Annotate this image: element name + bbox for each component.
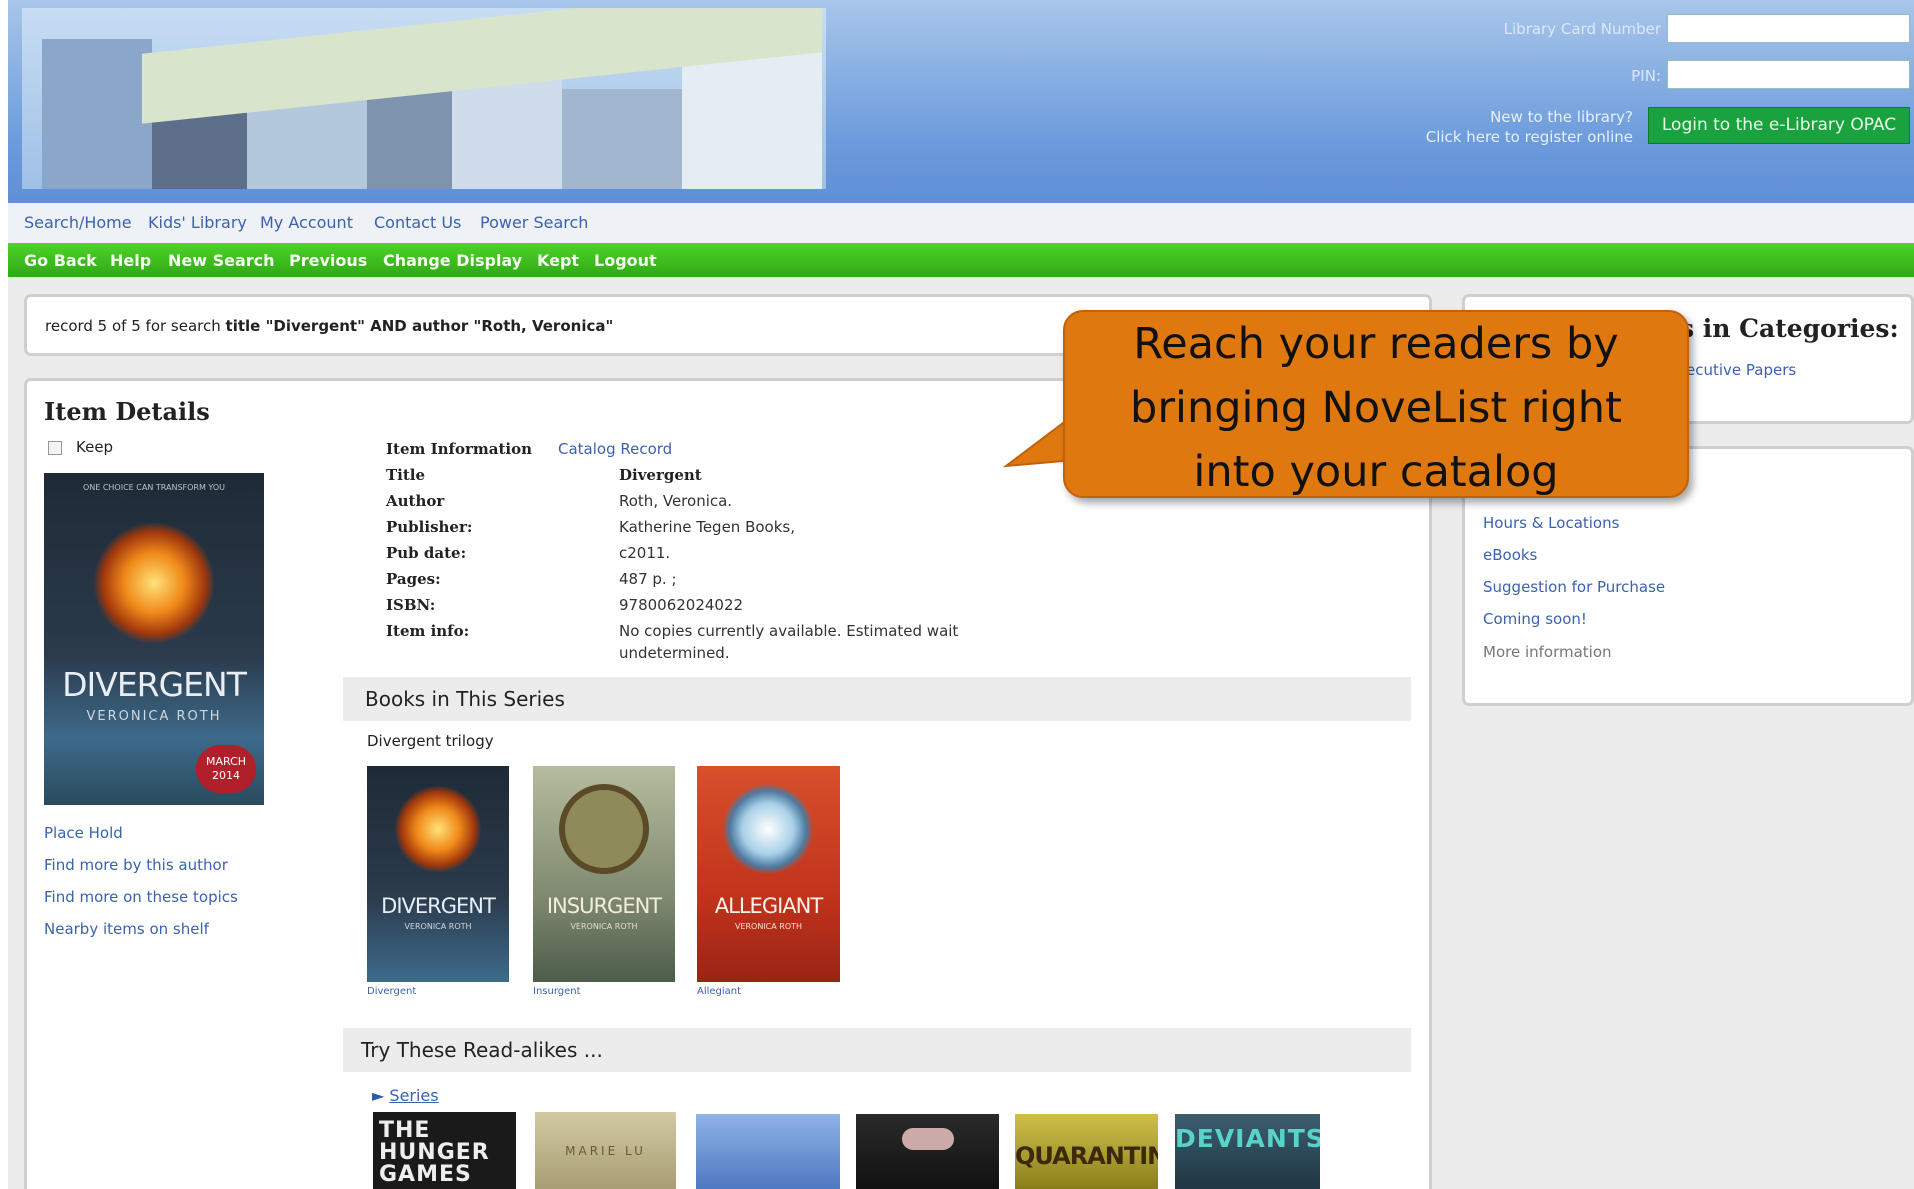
more-information-label: More information	[1483, 643, 1612, 661]
series-cover-title: INSURGENT	[546, 894, 662, 918]
cover-tagline: ONE CHOICE CAN TRANSFORM YOU	[82, 483, 226, 492]
field-value-item-info-line2: undetermined.	[619, 644, 730, 662]
field-value-pub-date: c2011.	[619, 544, 671, 562]
field-label-publisher: Publisher:	[386, 518, 473, 536]
previous-link[interactable]: Previous	[289, 251, 367, 270]
flame-emblem	[395, 786, 481, 872]
field-label-author: Author	[386, 492, 445, 510]
callout-line-2: bringing NoveList right	[1130, 383, 1622, 433]
field-label-title: Title	[386, 466, 426, 484]
series-cover-author: VERONICA ROTH	[734, 922, 803, 931]
field-value-isbn: 9780062024022	[619, 596, 744, 614]
flame-emblem	[94, 523, 214, 643]
kept-link[interactable]: Kept	[537, 251, 579, 270]
field-value-title: Divergent	[619, 466, 702, 484]
field-label-pub-date: Pub date:	[386, 544, 467, 562]
item-information-label: Item Information	[386, 440, 532, 458]
keep-checkbox[interactable]	[48, 441, 62, 455]
water-emblem	[723, 784, 813, 874]
field-value-author: Roth, Veronica.	[619, 492, 733, 510]
readalikes-section-heading: Try These Read-alikes ...	[343, 1028, 1411, 1072]
triangle-right-icon: ►	[372, 1086, 385, 1105]
series-name: Divergent trilogy	[367, 732, 494, 750]
library-card-input[interactable]	[1667, 14, 1910, 43]
categories-heading: s in Categories:	[1680, 314, 1899, 343]
cover-badge: MARCH 2014	[196, 745, 256, 793]
field-value-publisher: Katherine Tegen Books,	[619, 518, 796, 536]
hours-locations-link[interactable]: Hours & Locations	[1483, 514, 1619, 532]
login-button[interactable]: Login to the e-Library OPAC	[1648, 107, 1910, 144]
series-cover-title: ALLEGIANT	[714, 894, 823, 918]
coming-soon-link[interactable]: Coming soon!	[1483, 610, 1587, 628]
logout-link[interactable]: Logout	[594, 251, 657, 270]
change-display-link[interactable]: Change Display	[383, 251, 522, 270]
search-query: title "Divergent" AND author "Roth, Vero…	[225, 317, 614, 335]
find-topics-link[interactable]: Find more on these topics	[44, 888, 238, 906]
nav-contact-us[interactable]: Contact Us	[374, 213, 461, 232]
series-cover-author: VERONICA ROTH	[404, 922, 472, 931]
series-caption-divergent[interactable]: Divergent	[367, 986, 416, 997]
catalog-record-link[interactable]: Catalog Record	[558, 440, 672, 458]
page: { "header": { "card_label": "Library Car…	[0, 0, 1914, 1189]
readalike-cover-3[interactable]	[696, 1114, 840, 1189]
callout-line-1: Reach your readers by	[1133, 319, 1619, 369]
readalike-cover-2[interactable]: MARIE LU	[535, 1112, 676, 1189]
series-cover-allegiant[interactable]: ALLEGIANT VERONICA ROTH	[697, 766, 840, 982]
novelist-callout: Reach your readers by bringing NoveList …	[1063, 310, 1689, 498]
field-value-item-info: No copies currently available. Estimated…	[619, 622, 959, 640]
series-cover-author: VERONICA ROTH	[570, 922, 638, 931]
find-by-author-link[interactable]: Find more by this author	[44, 856, 228, 874]
book-cover-divergent[interactable]: ONE CHOICE CAN TRANSFORM YOU DIVERGENT V…	[44, 473, 264, 805]
ebooks-link[interactable]: eBooks	[1483, 546, 1537, 564]
cover-title: DIVERGENT	[62, 665, 247, 704]
nearby-items-link[interactable]: Nearby items on shelf	[44, 920, 209, 938]
help-link[interactable]: Help	[110, 251, 151, 270]
register-line-2: Click here to register online	[1425, 128, 1633, 146]
tree-emblem	[559, 784, 649, 874]
readalike-cover-6[interactable]: DEVIANTS	[1175, 1114, 1320, 1189]
nav-power-search[interactable]: Power Search	[480, 213, 588, 232]
nav-my-account[interactable]: My Account	[260, 213, 353, 232]
keep-label: Keep	[76, 438, 114, 456]
series-cover-insurgent[interactable]: INSURGENT VERONICA ROTH	[533, 766, 675, 982]
pin-input[interactable]	[1667, 60, 1910, 89]
library-card-label: Library Card Number	[1503, 20, 1661, 38]
go-back-link[interactable]: Go Back	[24, 251, 97, 270]
register-line-1: New to the library?	[1490, 108, 1633, 126]
readalike-cover-4[interactable]	[856, 1114, 999, 1189]
field-value-pages: 487 p. ;	[619, 570, 677, 588]
place-hold-link[interactable]: Place Hold	[44, 824, 123, 842]
series-caption-insurgent[interactable]: Insurgent	[533, 986, 581, 997]
library-banner-image	[22, 8, 826, 189]
new-search-link[interactable]: New Search	[168, 251, 275, 270]
readalike-cover-1[interactable]: THE HUNGER GAMES	[373, 1112, 516, 1189]
nav-kids-library[interactable]: Kids' Library	[148, 213, 247, 232]
field-label-item-info: Item info:	[386, 622, 470, 640]
series-cover-divergent[interactable]: DIVERGENT VERONICA ROTH	[367, 766, 509, 982]
field-label-pages: Pages:	[386, 570, 441, 588]
series-cover-title: DIVERGENT	[381, 894, 496, 918]
categories-link[interactable]: ecutive Papers	[1686, 361, 1796, 379]
series-section-heading: Books in This Series	[343, 677, 1411, 721]
readalike-cover-5[interactable]: QUARANTINE	[1015, 1114, 1158, 1189]
pin-label: PIN:	[1631, 67, 1661, 85]
item-details-heading: Item Details	[44, 397, 210, 426]
series-caption-allegiant[interactable]: Allegiant	[697, 986, 741, 997]
readalikes-series-label: Series	[389, 1086, 439, 1105]
field-label-isbn: ISBN:	[386, 596, 436, 614]
nav-search-home[interactable]: Search/Home	[24, 213, 132, 232]
search-info-prefix: record 5 of 5 for search	[45, 317, 221, 335]
callout-line-3: into your catalog	[1193, 447, 1559, 497]
register-link[interactable]: New to the library? Click here to regist…	[1300, 107, 1633, 147]
readalikes-series-toggle[interactable]: ► Series	[372, 1086, 439, 1105]
cover-author: VERONICA ROTH	[86, 709, 222, 724]
suggestion-purchase-link[interactable]: Suggestion for Purchase	[1483, 578, 1665, 596]
